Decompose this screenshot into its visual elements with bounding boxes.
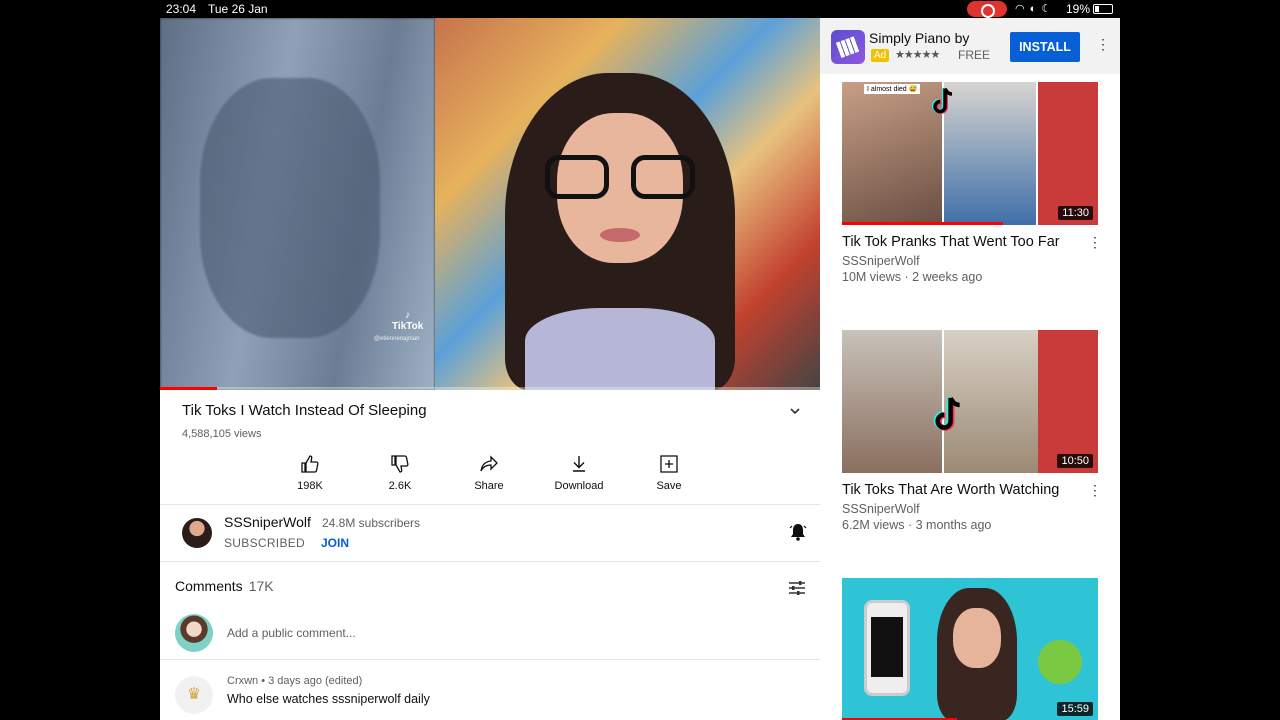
divider [160, 659, 820, 660]
comments-count: 17K [248, 578, 274, 594]
video-player[interactable]: ♪ TikTok @etiennenajman [160, 18, 820, 390]
playback-progress-fill [160, 387, 218, 390]
watched-progress [842, 222, 1004, 225]
more-options-icon[interactable]: ⋮ [1096, 36, 1110, 53]
recommendations-panel: Simply Piano by Ad ★★★★★ FREE INSTALL ⋮ … [820, 18, 1120, 720]
video-thumbnail[interactable]: 15:59 [842, 578, 1098, 720]
comments-header[interactable]: Comments 17K [175, 578, 274, 594]
video-meta: 10M views · 2 weeks ago [842, 270, 983, 284]
download-icon [573, 456, 585, 472]
recommended-video[interactable]: 15:59 [842, 578, 1098, 720]
dislike-count: 2.6K [388, 480, 412, 492]
status-time: 23:04 [166, 2, 197, 16]
blurred-subject [200, 78, 380, 338]
video-title-row[interactable]: Tik Toks I Watch Instead Of Sleeping [182, 402, 802, 419]
simply-piano-app-icon[interactable] [831, 30, 865, 64]
dislike-button[interactable]: 2.6K [365, 454, 435, 492]
notification-bell-icon[interactable] [788, 522, 808, 542]
tiktok-handle: @etiennenajman [374, 336, 420, 342]
subscriber-count: 24.8M subscribers [322, 516, 421, 530]
phone-image [864, 600, 910, 696]
video-duration: 15:59 [1057, 702, 1093, 716]
like-count: 198K [297, 480, 323, 492]
divider [160, 561, 820, 562]
battery-percent: 19% [1066, 2, 1091, 16]
commenter-avatar[interactable]: ♛ [175, 676, 213, 714]
watch-panel: ♪ TikTok @etiennenajman Tik Toks I Watch… [160, 18, 820, 720]
tiktok-watermark: ♪ TikTok [392, 310, 423, 332]
tiktok-logo-icon: ♪ [405, 310, 411, 321]
install-button[interactable]: INSTALL [1010, 32, 1080, 62]
comment-meta: Crxwn • 3 days ago (edited) [227, 675, 363, 687]
more-options-icon[interactable]: ⋮ [1088, 234, 1102, 251]
thumbs-down-icon [391, 455, 409, 473]
channel-avatar[interactable] [182, 518, 212, 548]
channel-name[interactable]: SSSniperWolf [224, 514, 311, 530]
download-button[interactable]: Download [544, 454, 614, 492]
screen-recording-icon[interactable] [967, 1, 1007, 18]
share-icon [480, 455, 498, 472]
thumbnail-caption: I almost died 😅 [864, 84, 921, 94]
ad-banner[interactable]: Simply Piano by Ad ★★★★★ FREE INSTALL ⋮ [820, 18, 1120, 74]
tiktok-clip [160, 18, 435, 390]
apple-image [1038, 640, 1082, 684]
action-bar: 198K 2.6K Share Download Save [160, 454, 820, 504]
video-title[interactable]: Tik Tok Pranks That Went Too Far [842, 234, 1098, 250]
channel-row: SSSniperWolf 24.8M subscribers SUBSCRIBE… [160, 506, 820, 561]
tiktok-logo-icon [933, 397, 960, 431]
playback-progress-bar[interactable] [160, 387, 820, 390]
ad-price: FREE [958, 48, 991, 62]
ad-badge: Ad [871, 49, 890, 62]
download-label: Download [554, 480, 604, 492]
rating-stars: ★★★★★ [895, 49, 940, 61]
like-button[interactable]: 198K [275, 454, 345, 492]
wifi-icon: ◠ ◐ ☾ [1015, 3, 1053, 15]
add-comment-input[interactable]: Add a public comment... [227, 626, 356, 640]
comments-heading: Comments [175, 578, 243, 594]
creator-figure [505, 73, 735, 390]
tiktok-logo-icon [932, 87, 953, 114]
subscribed-button[interactable]: SUBSCRIBED [224, 536, 305, 550]
video-meta: 6.2M views · 3 months ago [842, 518, 992, 532]
battery-icon [1093, 4, 1113, 14]
status-date: Tue 26 Jan [208, 2, 268, 16]
chevron-down-icon[interactable] [788, 404, 802, 418]
more-options-icon[interactable]: ⋮ [1088, 482, 1102, 499]
video-title: Tik Toks I Watch Instead Of Sleeping [182, 402, 427, 419]
video-title[interactable]: Tik Toks That Are Worth Watching [842, 482, 1098, 498]
recommended-video[interactable]: 10:50 Tik Toks That Are Worth Watching S… [842, 330, 1102, 532]
sort-icon[interactable] [788, 579, 806, 597]
ad-title[interactable]: Simply Piano by [869, 30, 969, 46]
join-button[interactable]: JOIN [321, 536, 349, 550]
video-channel[interactable]: SSSniperWolf [842, 254, 1098, 268]
share-label: Share [474, 480, 504, 492]
status-bar: 23:04 Tue 26 Jan ◠ ◐ ☾ 19% [160, 0, 1120, 18]
comment-text: Who else watches sssniperwolf daily [227, 692, 430, 706]
save-button[interactable]: Save [634, 454, 704, 492]
view-count: 4,588,105 views [182, 428, 262, 440]
tiktok-watermark-label: TikTok [392, 321, 424, 332]
thumbs-up-icon [301, 455, 319, 473]
video-thumbnail[interactable]: I almost died 😅 11:30 [842, 82, 1098, 225]
add-to-playlist-icon [660, 455, 678, 473]
video-thumbnail[interactable]: 10:50 [842, 330, 1098, 473]
user-avatar [175, 614, 213, 652]
video-duration: 10:50 [1057, 454, 1093, 468]
share-button[interactable]: Share [454, 454, 524, 492]
video-duration: 11:30 [1058, 206, 1093, 220]
save-label: Save [656, 480, 682, 492]
divider [160, 504, 820, 505]
video-channel[interactable]: SSSniperWolf [842, 502, 1098, 516]
recommended-video[interactable]: I almost died 😅 11:30 Tik Tok Pranks Tha… [842, 82, 1102, 284]
